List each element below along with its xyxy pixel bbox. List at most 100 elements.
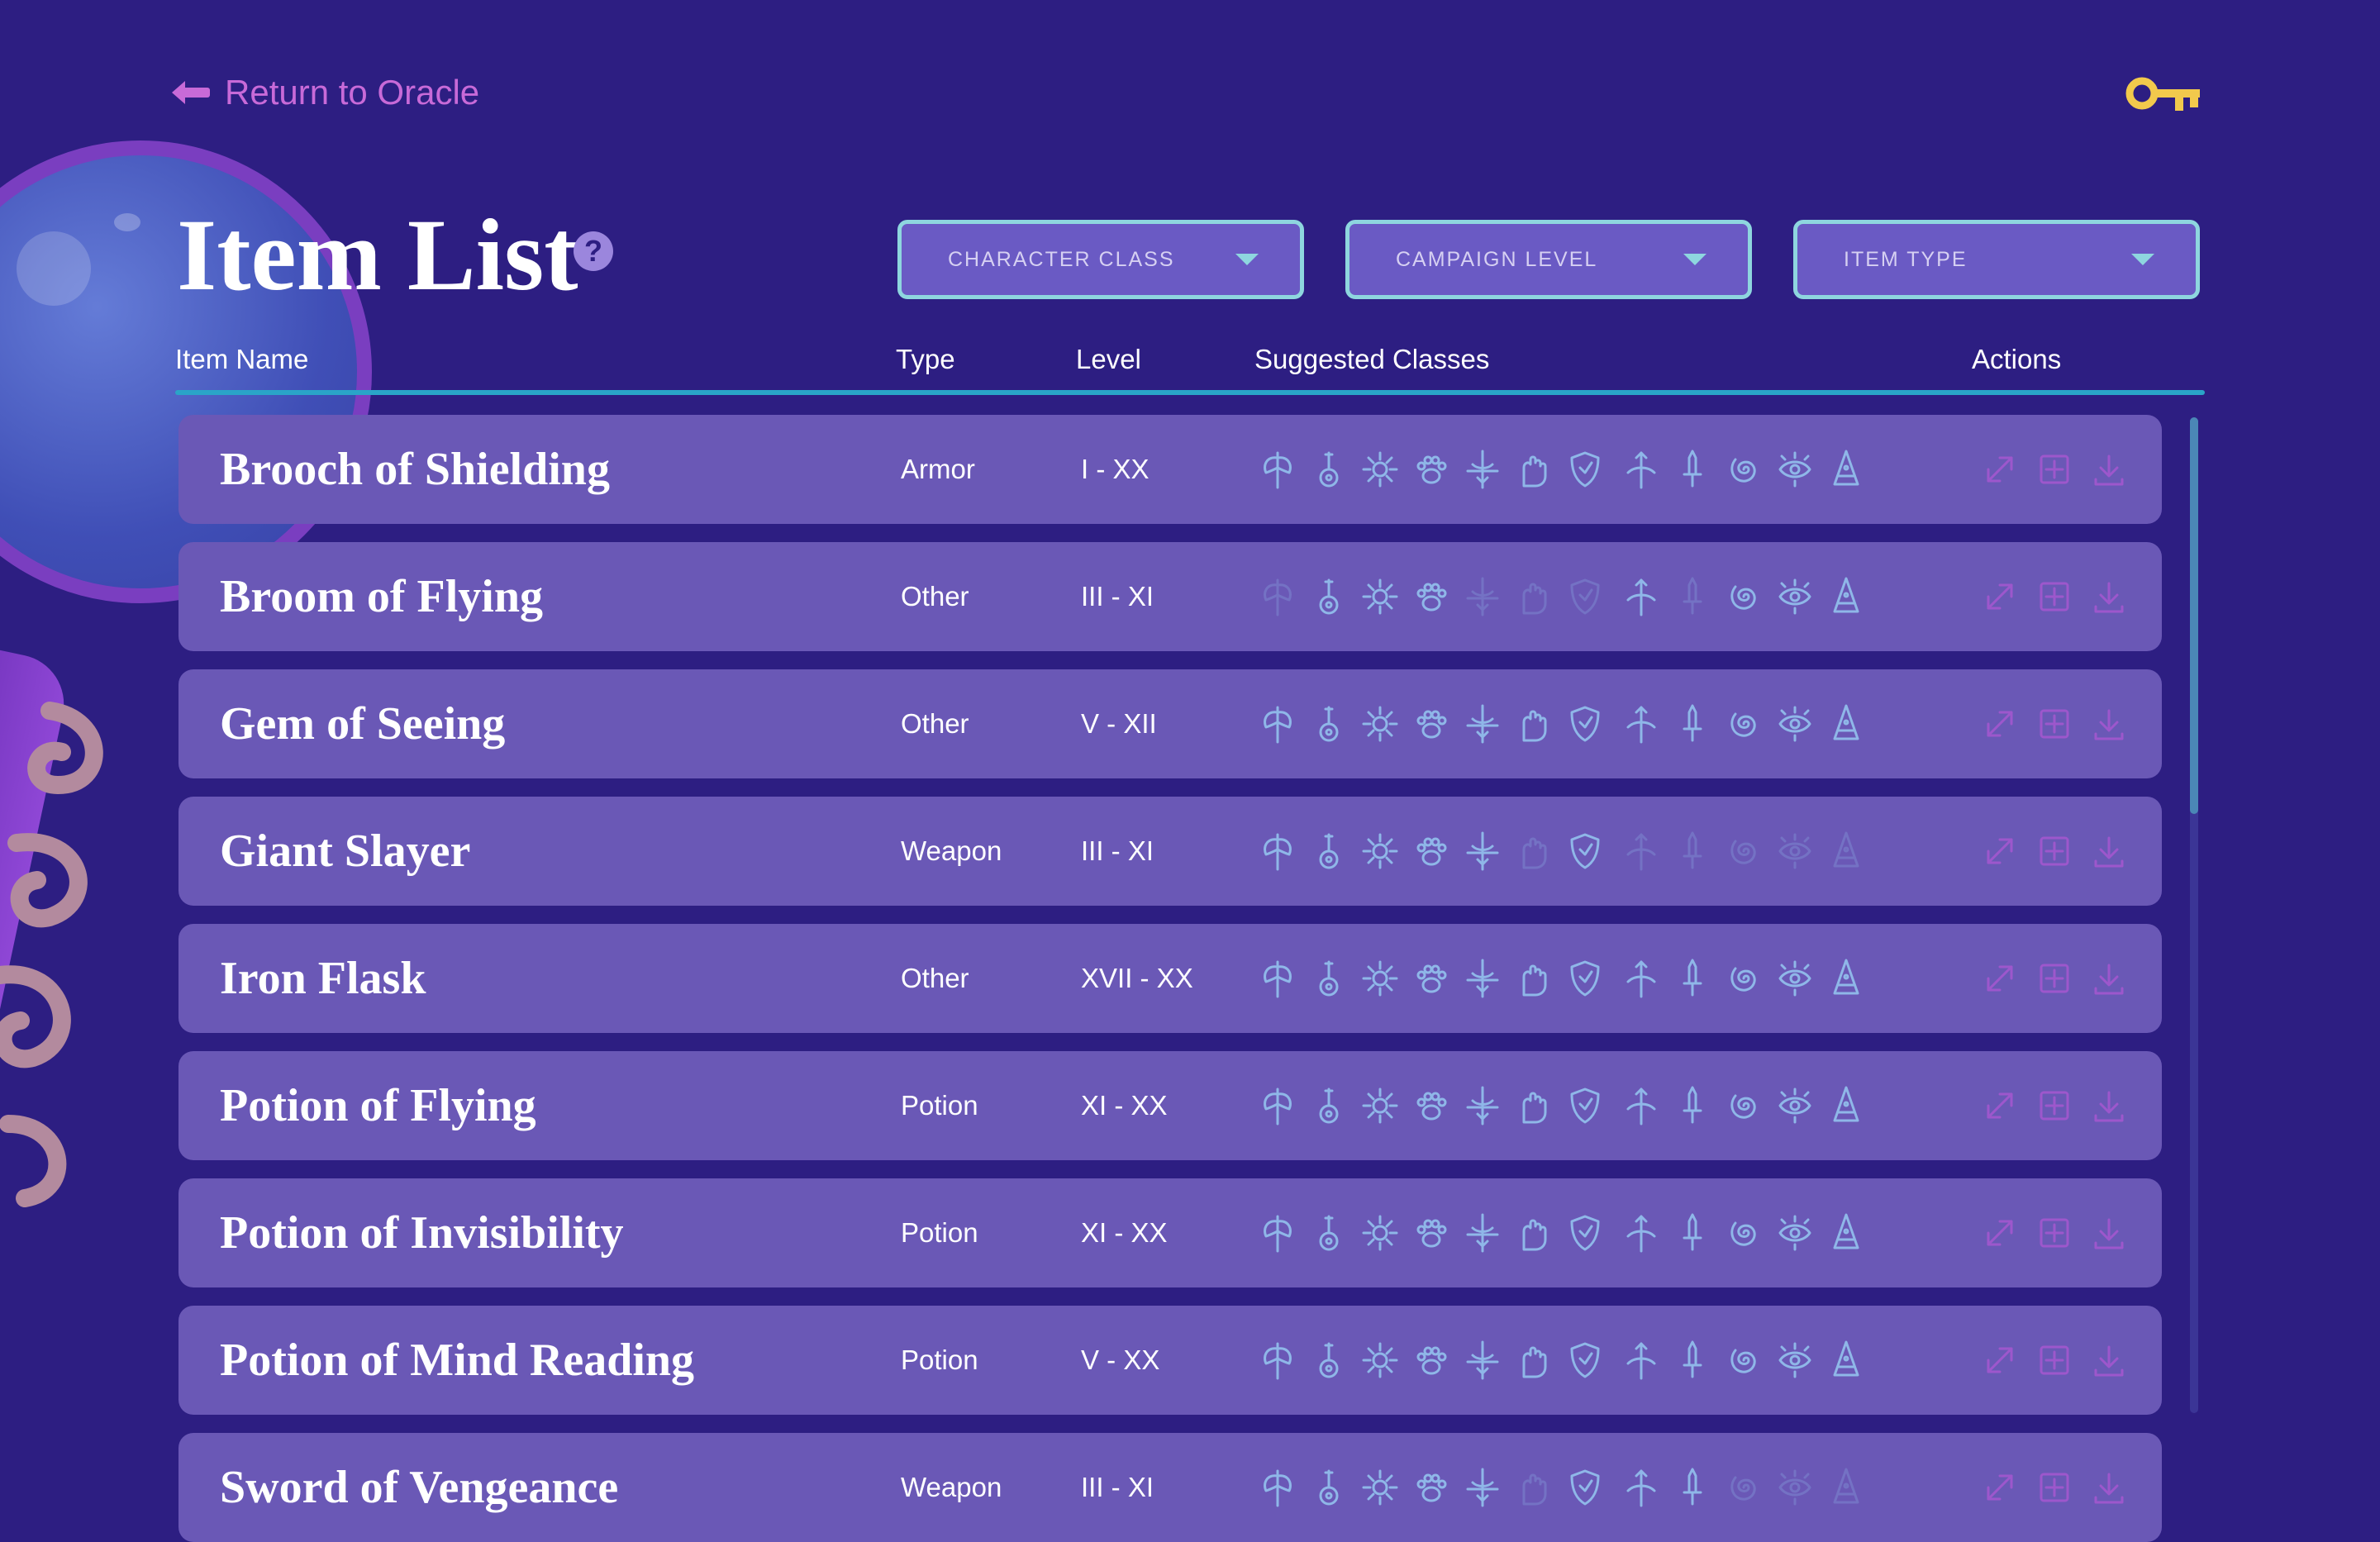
cleric-sun-icon[interactable]	[1359, 702, 1402, 745]
warlock-eye-icon[interactable]	[1773, 1084, 1816, 1127]
download-icon[interactable]	[2089, 831, 2129, 871]
bard-lute-icon[interactable]	[1307, 1084, 1350, 1127]
monk-fist-icon[interactable]	[1512, 575, 1555, 618]
barbarian-axe-icon[interactable]	[1256, 1084, 1299, 1127]
warlock-eye-icon[interactable]	[1773, 1339, 1816, 1382]
warlock-eye-icon[interactable]	[1773, 1211, 1816, 1254]
monk-fist-icon[interactable]	[1512, 1466, 1555, 1509]
scrollbar-thumb[interactable]	[2190, 417, 2198, 814]
monk-fist-icon[interactable]	[1512, 957, 1555, 1000]
item-name[interactable]: Gem of Seeing	[220, 669, 505, 778]
warlock-eye-icon[interactable]	[1773, 448, 1816, 491]
fighter-sword-icon[interactable]	[1461, 957, 1504, 1000]
paladin-shield-icon[interactable]	[1564, 1084, 1606, 1127]
wizard-hat-icon[interactable]	[1825, 1211, 1868, 1254]
rogue-dagger-icon[interactable]	[1671, 1211, 1714, 1254]
expand-icon[interactable]	[1980, 450, 2020, 489]
fighter-sword-icon[interactable]	[1461, 1211, 1504, 1254]
fighter-sword-icon[interactable]	[1461, 1339, 1504, 1382]
warlock-eye-icon[interactable]	[1773, 702, 1816, 745]
wizard-hat-icon[interactable]	[1825, 702, 1868, 745]
table-row[interactable]: Giant Slayer Weapon III - XI	[178, 797, 2162, 906]
add-icon[interactable]	[2035, 1340, 2074, 1380]
download-icon[interactable]	[2089, 1086, 2129, 1126]
add-icon[interactable]	[2035, 959, 2074, 998]
fighter-sword-icon[interactable]	[1461, 830, 1504, 873]
download-icon[interactable]	[2089, 1340, 2129, 1380]
fighter-sword-icon[interactable]	[1461, 575, 1504, 618]
cleric-sun-icon[interactable]	[1359, 1339, 1402, 1382]
cleric-sun-icon[interactable]	[1359, 575, 1402, 618]
monk-fist-icon[interactable]	[1512, 702, 1555, 745]
expand-icon[interactable]	[1980, 831, 2020, 871]
druid-paw-icon[interactable]	[1410, 1084, 1453, 1127]
wizard-hat-icon[interactable]	[1825, 957, 1868, 1000]
cleric-sun-icon[interactable]	[1359, 957, 1402, 1000]
barbarian-axe-icon[interactable]	[1256, 448, 1299, 491]
download-icon[interactable]	[2089, 450, 2129, 489]
bard-lute-icon[interactable]	[1307, 702, 1350, 745]
bard-lute-icon[interactable]	[1307, 830, 1350, 873]
add-icon[interactable]	[2035, 1468, 2074, 1507]
campaign-level-dropdown[interactable]: CAMPAIGN LEVEL	[1345, 220, 1752, 299]
add-icon[interactable]	[2035, 831, 2074, 871]
wizard-hat-icon[interactable]	[1825, 575, 1868, 618]
ranger-bow-icon[interactable]	[1620, 957, 1663, 1000]
paladin-shield-icon[interactable]	[1564, 702, 1606, 745]
barbarian-axe-icon[interactable]	[1256, 1339, 1299, 1382]
barbarian-axe-icon[interactable]	[1256, 830, 1299, 873]
bard-lute-icon[interactable]	[1307, 1211, 1350, 1254]
barbarian-axe-icon[interactable]	[1256, 1466, 1299, 1509]
cleric-sun-icon[interactable]	[1359, 1466, 1402, 1509]
cleric-sun-icon[interactable]	[1359, 830, 1402, 873]
sorcerer-swirl-icon[interactable]	[1722, 1084, 1765, 1127]
barbarian-axe-icon[interactable]	[1256, 957, 1299, 1000]
sorcerer-swirl-icon[interactable]	[1722, 1339, 1765, 1382]
wizard-hat-icon[interactable]	[1825, 1339, 1868, 1382]
item-name[interactable]: Sword of Vengeance	[220, 1433, 618, 1542]
expand-icon[interactable]	[1980, 959, 2020, 998]
ranger-bow-icon[interactable]	[1620, 1466, 1663, 1509]
rogue-dagger-icon[interactable]	[1671, 1339, 1714, 1382]
barbarian-axe-icon[interactable]	[1256, 702, 1299, 745]
item-name[interactable]: Giant Slayer	[220, 797, 470, 906]
druid-paw-icon[interactable]	[1410, 702, 1453, 745]
paladin-shield-icon[interactable]	[1564, 1466, 1606, 1509]
expand-icon[interactable]	[1980, 1213, 2020, 1253]
table-row[interactable]: Gem of Seeing Other V - XII	[178, 669, 2162, 778]
bard-lute-icon[interactable]	[1307, 448, 1350, 491]
item-type-dropdown[interactable]: ITEM TYPE	[1793, 220, 2200, 299]
druid-paw-icon[interactable]	[1410, 1466, 1453, 1509]
fighter-sword-icon[interactable]	[1461, 1466, 1504, 1509]
cleric-sun-icon[interactable]	[1359, 1084, 1402, 1127]
add-icon[interactable]	[2035, 450, 2074, 489]
sorcerer-swirl-icon[interactable]	[1722, 448, 1765, 491]
sorcerer-swirl-icon[interactable]	[1722, 1211, 1765, 1254]
item-name[interactable]: Potion of Flying	[220, 1051, 536, 1160]
table-row[interactable]: Broom of Flying Other III - XI	[178, 542, 2162, 651]
ranger-bow-icon[interactable]	[1620, 830, 1663, 873]
bard-lute-icon[interactable]	[1307, 1466, 1350, 1509]
item-name[interactable]: Potion of Invisibility	[220, 1178, 624, 1287]
table-row[interactable]: Potion of Flying Potion XI - XX	[178, 1051, 2162, 1160]
wizard-hat-icon[interactable]	[1825, 830, 1868, 873]
ranger-bow-icon[interactable]	[1620, 1211, 1663, 1254]
sorcerer-swirl-icon[interactable]	[1722, 957, 1765, 1000]
table-row[interactable]: Potion of Invisibility Potion XI - XX	[178, 1178, 2162, 1287]
key-icon[interactable]	[2125, 74, 2202, 112]
warlock-eye-icon[interactable]	[1773, 957, 1816, 1000]
ranger-bow-icon[interactable]	[1620, 702, 1663, 745]
druid-paw-icon[interactable]	[1410, 830, 1453, 873]
expand-icon[interactable]	[1980, 704, 2020, 744]
paladin-shield-icon[interactable]	[1564, 957, 1606, 1000]
download-icon[interactable]	[2089, 577, 2129, 616]
fighter-sword-icon[interactable]	[1461, 1084, 1504, 1127]
sorcerer-swirl-icon[interactable]	[1722, 1466, 1765, 1509]
column-header-type[interactable]: Type	[896, 344, 955, 375]
sorcerer-swirl-icon[interactable]	[1722, 702, 1765, 745]
monk-fist-icon[interactable]	[1512, 1339, 1555, 1382]
druid-paw-icon[interactable]	[1410, 575, 1453, 618]
column-header-level[interactable]: Level	[1076, 344, 1141, 375]
rogue-dagger-icon[interactable]	[1671, 448, 1714, 491]
ranger-bow-icon[interactable]	[1620, 1084, 1663, 1127]
